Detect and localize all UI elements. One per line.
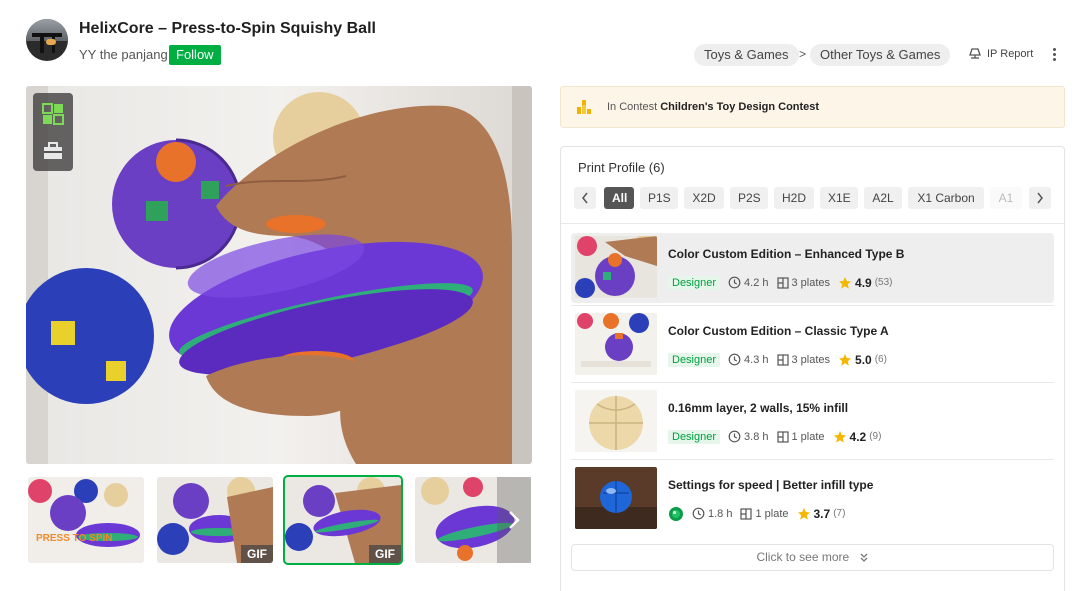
profile-row-1[interactable]: Color Custom Edition – Enhanced Type B D… bbox=[571, 233, 1054, 303]
profile-name: Settings for speed | Better infill type bbox=[668, 478, 874, 492]
breadcrumb-separator: > bbox=[799, 47, 807, 61]
rating-value: 5.0 bbox=[855, 352, 872, 367]
filter-x1e[interactable]: X1E bbox=[820, 187, 858, 209]
filter-next-button[interactable] bbox=[1029, 187, 1051, 209]
rating-value: 4.2 bbox=[849, 429, 867, 444]
designer-badge: Designer bbox=[668, 352, 721, 367]
star-icon bbox=[839, 276, 852, 289]
ip-report-icon bbox=[969, 48, 981, 59]
gallery-next-button[interactable] bbox=[497, 477, 531, 563]
plate-icon bbox=[776, 353, 789, 366]
filter-a2l[interactable]: A2L bbox=[864, 187, 902, 209]
trophy-icon bbox=[577, 100, 591, 114]
plate-count: 3 plates bbox=[791, 276, 831, 289]
page-title: HelixCore – Press-to-Spin Squishy Ball bbox=[79, 20, 376, 37]
star-icon bbox=[839, 353, 852, 366]
print-time: 4.2 h bbox=[744, 276, 769, 289]
plate-icon bbox=[776, 430, 789, 443]
filter-p1s[interactable]: P1S bbox=[640, 187, 678, 209]
filter-all[interactable]: All bbox=[604, 187, 634, 209]
author-name[interactable]: YY the panjang bbox=[79, 47, 168, 62]
filter-p2s[interactable]: P2S bbox=[730, 187, 768, 209]
print-time: 1.8 h bbox=[708, 507, 733, 520]
profile-name: Color Custom Edition – Classic Type A bbox=[668, 324, 889, 338]
contest-label: In Contest Children's Toy Design Contest bbox=[607, 101, 820, 113]
more-options-icon[interactable] bbox=[1050, 47, 1058, 63]
rating-count: (7) bbox=[833, 508, 846, 519]
row-divider bbox=[571, 305, 1054, 306]
print-profile-title: Print Profile (6) bbox=[578, 160, 665, 175]
plate-icon bbox=[740, 507, 753, 520]
gallery-thumb-1[interactable]: PRESS TO SPIN bbox=[28, 477, 144, 563]
ip-report-label: IP Report bbox=[987, 48, 1034, 60]
filter-a1[interactable]: A1 bbox=[990, 187, 1022, 209]
rating-count: (9) bbox=[869, 431, 882, 442]
profile-name: Color Custom Edition – Enhanced Type B bbox=[668, 247, 905, 261]
press-to-spin-overlay: PRESS TO SPIN bbox=[36, 533, 113, 544]
profile-thumbnail bbox=[575, 313, 657, 375]
profile-row-2[interactable]: Color Custom Edition – Classic Type A De… bbox=[571, 310, 1054, 380]
designer-badge: Designer bbox=[668, 275, 721, 290]
chevron-right-icon bbox=[1037, 192, 1043, 204]
clock-icon bbox=[692, 507, 705, 520]
plate-count: 1 plate bbox=[791, 430, 825, 443]
chevron-right-icon bbox=[509, 511, 520, 529]
clock-icon bbox=[728, 430, 741, 443]
profile-thumbnail bbox=[575, 236, 657, 298]
breadcrumb-other-toys-games[interactable]: Other Toys & Games bbox=[810, 44, 951, 66]
viewer-toolbar bbox=[33, 93, 73, 171]
author-avatar[interactable] bbox=[26, 19, 68, 61]
contest-name: Children's Toy Design Contest bbox=[660, 101, 820, 113]
toolbox-icon[interactable] bbox=[40, 138, 66, 164]
filter-h2d[interactable]: H2D bbox=[774, 187, 814, 209]
follow-button[interactable]: Follow bbox=[169, 45, 221, 65]
row-divider bbox=[571, 382, 1054, 383]
rating-value: 3.7 bbox=[813, 506, 831, 521]
see-more-button[interactable]: Click to see more bbox=[571, 544, 1054, 571]
star-icon bbox=[797, 507, 810, 520]
breadcrumb-toys-games[interactable]: Toys & Games bbox=[694, 44, 799, 66]
clock-icon bbox=[728, 276, 741, 289]
double-chevron-down-icon bbox=[860, 553, 867, 562]
plate-count: 3 plates bbox=[791, 353, 831, 366]
star-icon bbox=[833, 430, 846, 443]
row-divider bbox=[571, 459, 1054, 460]
rating-count: (6) bbox=[874, 354, 887, 365]
print-time: 3.8 h bbox=[744, 430, 769, 443]
main-product-image[interactable] bbox=[26, 86, 532, 464]
gallery-thumb-2[interactable]: GIF bbox=[157, 477, 273, 563]
user-globe-icon bbox=[669, 506, 683, 521]
profile-thumbnail bbox=[575, 467, 657, 529]
profile-thumbnail bbox=[575, 390, 657, 452]
gallery-thumb-3[interactable]: GIF bbox=[283, 475, 403, 565]
profile-name: 0.16mm layer, 2 walls, 15% infill bbox=[668, 401, 849, 415]
profile-row-4[interactable]: Settings for speed | Better infill type … bbox=[571, 464, 1054, 534]
filter-x1-carbon[interactable]: X1 Carbon bbox=[908, 187, 984, 209]
gif-badge: GIF bbox=[369, 545, 401, 563]
rating-count: (53) bbox=[874, 277, 893, 288]
designer-badge: Designer bbox=[668, 429, 721, 444]
contest-banner[interactable]: In Contest Children's Toy Design Contest bbox=[560, 86, 1065, 128]
gif-badge: GIF bbox=[241, 545, 273, 563]
filter-prev-button[interactable] bbox=[574, 187, 596, 209]
chevron-left-icon bbox=[582, 192, 588, 204]
ip-report-link[interactable]: IP Report bbox=[968, 47, 1033, 61]
plate-count: 1 plate bbox=[755, 507, 789, 520]
3d-model-icon[interactable] bbox=[40, 101, 66, 127]
clock-icon bbox=[728, 353, 741, 366]
see-more-label: Click to see more bbox=[756, 550, 850, 564]
profile-row-3[interactable]: 0.16mm layer, 2 walls, 15% infill Design… bbox=[571, 387, 1054, 457]
print-time: 4.3 h bbox=[744, 353, 769, 366]
filter-x2d[interactable]: X2D bbox=[684, 187, 724, 209]
plate-icon bbox=[776, 276, 789, 289]
panel-divider bbox=[561, 223, 1064, 224]
rating-value: 4.9 bbox=[855, 275, 872, 290]
